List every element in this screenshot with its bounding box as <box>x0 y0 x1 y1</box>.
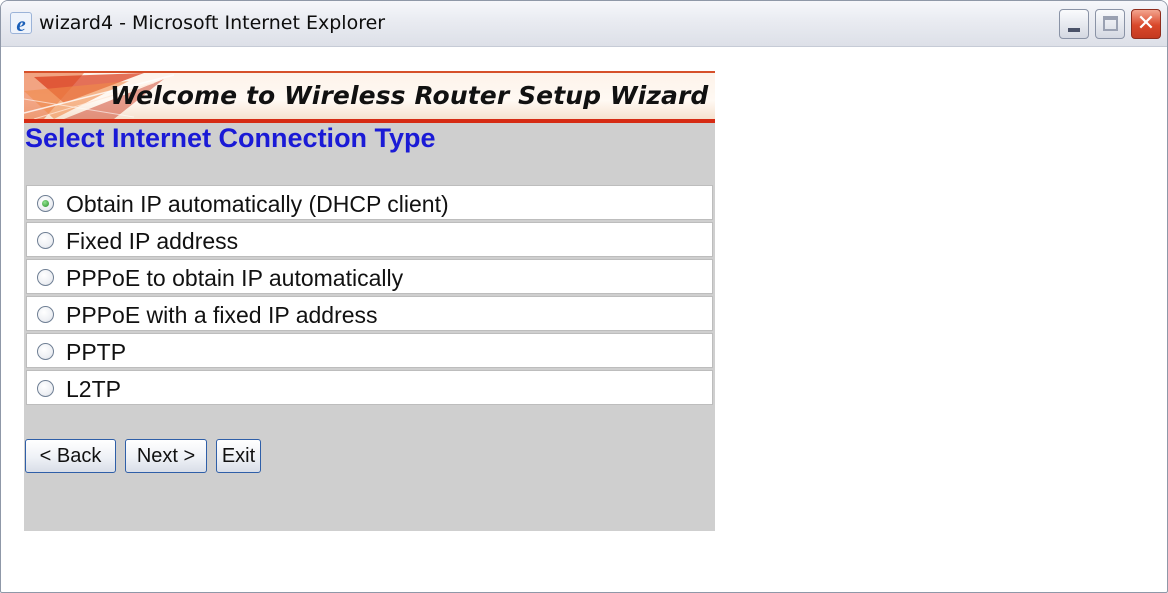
radio-l2tp[interactable] <box>37 380 54 397</box>
maximize-button[interactable] <box>1095 9 1125 39</box>
wizard-banner: Welcome to Wireless Router Setup Wizard <box>24 71 715 123</box>
option-pptp[interactable]: PPTP <box>26 333 713 368</box>
radio-pptp[interactable] <box>37 343 54 360</box>
option-label: Obtain IP automatically (DHCP client) <box>66 191 449 217</box>
minimize-icon <box>1068 28 1080 32</box>
setup-wizard-panel: Welcome to Wireless Router Setup Wizard … <box>24 71 715 531</box>
close-button[interactable]: ✕ <box>1131 9 1161 39</box>
option-l2tp[interactable]: L2TP <box>26 370 713 405</box>
radio-fixed-ip[interactable] <box>37 232 54 249</box>
page-title: Select Internet Connection Type <box>25 123 436 153</box>
maximize-icon <box>1103 16 1118 31</box>
minimize-button[interactable] <box>1059 9 1089 39</box>
connection-type-list: Obtain IP automatically (DHCP client) Fi… <box>26 185 713 407</box>
option-fixed-ip[interactable]: Fixed IP address <box>26 222 713 257</box>
browser-window: e wizard4 - Microsoft Internet Explorer … <box>0 0 1168 593</box>
option-label: PPPoE with a fixed IP address <box>66 302 378 328</box>
exit-button[interactable]: Exit <box>216 439 261 473</box>
radio-dhcp[interactable] <box>37 195 54 212</box>
internet-explorer-icon[interactable]: e <box>10 12 32 35</box>
option-label: L2TP <box>66 376 121 402</box>
option-pppoe-fixed[interactable]: PPPoE with a fixed IP address <box>26 296 713 331</box>
radio-pppoe-fixed[interactable] <box>37 306 54 323</box>
option-label: PPTP <box>66 339 127 365</box>
title-bar[interactable]: e wizard4 - Microsoft Internet Explorer … <box>1 1 1167 47</box>
next-button[interactable]: Next > <box>125 439 207 473</box>
banner-title: Welcome to Wireless Router Setup Wizard <box>110 81 709 110</box>
browser-content: Welcome to Wireless Router Setup Wizard … <box>9 47 1159 588</box>
back-button[interactable]: < Back <box>25 439 116 473</box>
close-icon: ✕ <box>1136 11 1156 36</box>
option-pppoe-auto[interactable]: PPPoE to obtain IP automatically <box>26 259 713 294</box>
option-label: Fixed IP address <box>66 228 239 254</box>
option-label: PPPoE to obtain IP automatically <box>66 265 404 291</box>
option-dhcp[interactable]: Obtain IP automatically (DHCP client) <box>26 185 713 220</box>
radio-pppoe-auto[interactable] <box>37 269 54 286</box>
window-title: wizard4 - Microsoft Internet Explorer <box>39 12 386 34</box>
